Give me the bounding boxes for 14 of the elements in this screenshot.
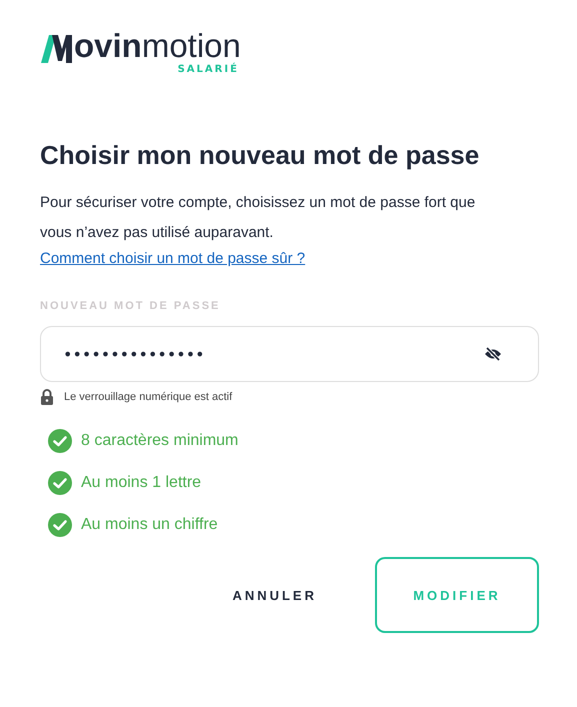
intro-text: Pour sécuriser votre compte, choisissez un mot de passe fort que vous n’avez pas utilisé auparavant.: [40, 193, 476, 243]
help-link[interactable]: Comment choisir un mot de passe sûr ?: [40, 248, 306, 270]
password-field[interactable]: •••••••••••••••: [40, 326, 539, 382]
visibility-toggle-icon[interactable]: [484, 347, 502, 361]
rule-text: 8 caractères minimum: [81, 432, 238, 450]
lock-icon: [40, 389, 54, 405]
rule-text: Au moins 1 lettre: [81, 474, 202, 492]
logo-tagline: SALARIÉ: [178, 64, 239, 76]
notice-text: Le verrouillage numérique est actif: [64, 391, 232, 403]
rule-text: Au moins un chiffre: [81, 516, 218, 534]
logo-mark-icon: [40, 33, 72, 63]
logo-text: ovin: [74, 28, 142, 64]
page-title: Choisir mon nouveau mot de passe: [40, 139, 480, 172]
logo-text: motion: [142, 28, 241, 64]
